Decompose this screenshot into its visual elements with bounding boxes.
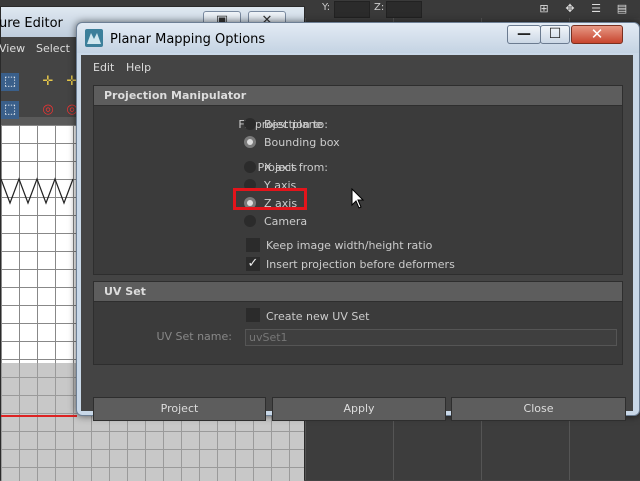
uv-texture-area — [1, 125, 77, 363]
dialog-menubar: Edit Help — [81, 55, 633, 77]
fit-bounding-box-label[interactable]: Bounding box — [264, 136, 340, 149]
list-icon[interactable]: ☰ — [588, 1, 604, 16]
project-button[interactable]: Project — [93, 397, 266, 421]
project-camera-label[interactable]: Camera — [264, 215, 307, 228]
maximize-button[interactable]: ☐ — [540, 25, 570, 44]
panel-icon[interactable]: ▤ — [614, 1, 630, 16]
uv-mesh-zigzag — [1, 177, 74, 205]
uv-select-tool-icon[interactable]: ⬚ — [1, 73, 19, 91]
maximize-icon: ☐ — [548, 26, 562, 42]
keep-ratio-checkbox[interactable] — [246, 238, 260, 252]
close-window-button[interactable]: ✕ — [571, 25, 623, 44]
minimize-button[interactable]: — — [507, 25, 541, 44]
fit-best-plane-radio[interactable] — [244, 118, 256, 130]
close-button[interactable]: Close — [451, 397, 626, 421]
dialog-title: Planar Mapping Options — [110, 32, 266, 47]
coord-y-label: Y: — [322, 2, 331, 13]
create-uvset-label[interactable]: Create new UV Set — [266, 310, 369, 323]
projection-section-header[interactable]: Projection Manipulator — [94, 86, 622, 106]
insert-projection-checkbox[interactable]: ✓ — [246, 257, 260, 271]
fit-bounding-box-radio[interactable] — [244, 136, 256, 148]
maya-app-icon — [85, 29, 103, 47]
uv-move-tool-icon[interactable]: ✛ — [39, 73, 57, 91]
menu-view[interactable]: View — [0, 42, 25, 55]
mouse-cursor-icon — [351, 188, 365, 209]
uv-grid-tool-icon[interactable]: ⬚ — [1, 101, 19, 119]
planar-mapping-dialog: Planar Mapping Options — ☐ ✕ Edit Help P… — [76, 22, 640, 421]
apply-button[interactable]: Apply — [272, 397, 446, 421]
dialog-titlebar[interactable]: Planar Mapping Options — ☐ ✕ — [77, 23, 639, 53]
keep-ratio-label[interactable]: Keep image width/height ratio — [266, 239, 432, 252]
uvset-name-input[interactable]: uvSet1 — [245, 329, 617, 346]
project-x-axis-radio[interactable] — [244, 161, 256, 173]
menu-edit[interactable]: Edit — [93, 61, 114, 74]
menu-help[interactable]: Help — [126, 61, 151, 74]
uvset-section-title: UV Set — [104, 285, 146, 298]
uvset-section-header[interactable]: UV Set — [94, 282, 622, 302]
project-camera-radio[interactable] — [244, 215, 256, 227]
fit-best-plane-label[interactable]: Best plane — [264, 118, 322, 131]
project-x-axis-label[interactable]: X axis — [264, 161, 297, 174]
uv-editor-title: ure Editor — [0, 16, 63, 31]
network-icon[interactable]: ⊞ — [536, 1, 552, 16]
create-uvset-checkbox[interactable] — [246, 308, 260, 322]
checkmark-icon: ✓ — [247, 256, 259, 271]
projection-manipulator-section: Projection Manipulator Fit projection to… — [93, 85, 623, 275]
insert-projection-label[interactable]: Insert projection before deformers — [266, 258, 455, 271]
z-axis-highlight-box — [233, 188, 307, 210]
coord-z-label: Z: — [374, 2, 385, 13]
move-icon[interactable]: ✥ — [562, 1, 578, 16]
coord-z-field[interactable] — [386, 1, 422, 18]
uv-set-section: UV Set Create new UV Set UV Set name: uv… — [93, 281, 623, 365]
uv-boundary-line — [1, 415, 77, 417]
close-icon: ✕ — [590, 25, 604, 43]
minimize-icon: — — [517, 26, 531, 42]
uvset-name-label: UV Set name: — [156, 330, 232, 343]
uv-rotate-tool-icon[interactable]: ◎ — [39, 101, 57, 119]
menu-select[interactable]: Select — [36, 42, 70, 55]
coord-y-field[interactable] — [334, 1, 370, 18]
projection-section-title: Projection Manipulator — [104, 89, 247, 102]
dialog-body: Edit Help Projection Manipulator Fit pro… — [81, 55, 633, 421]
